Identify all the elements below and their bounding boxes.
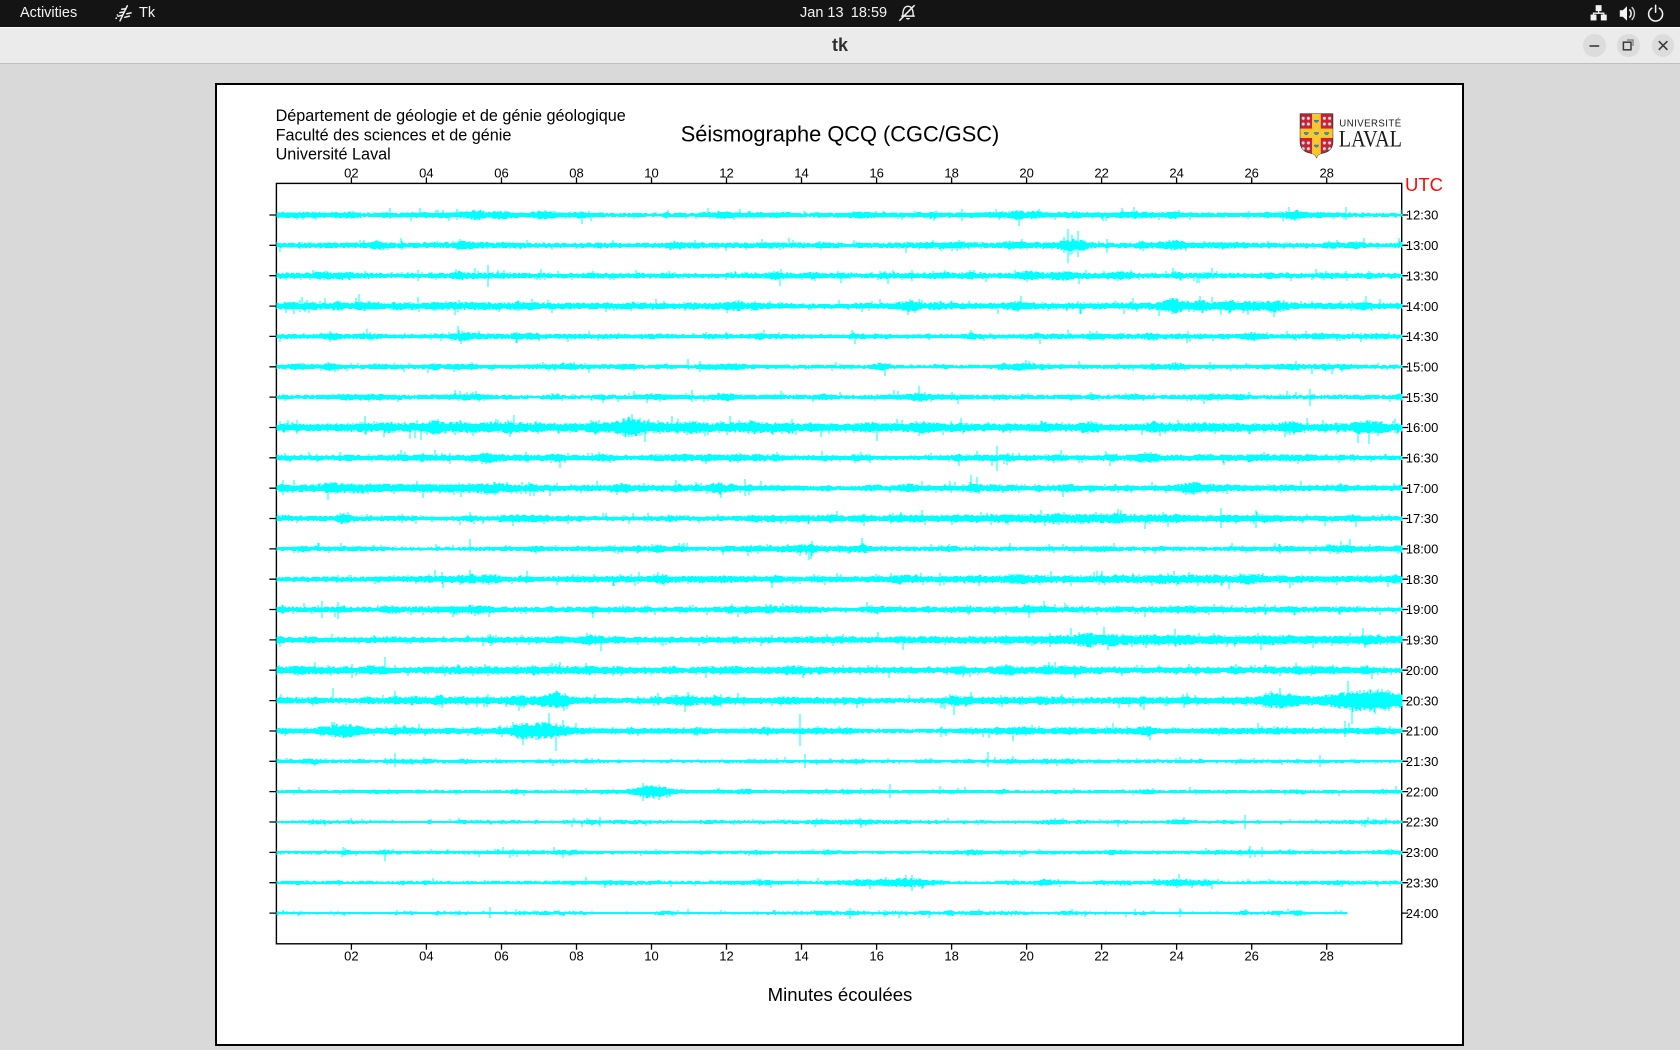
svg-text:14:30: 14:30 [1406,329,1439,344]
svg-text:24: 24 [1169,165,1183,180]
svg-text:21:00: 21:00 [1406,724,1439,739]
svg-text:Université Laval: Université Laval [276,146,391,164]
svg-text:23:30: 23:30 [1406,875,1439,890]
svg-text:12:30: 12:30 [1406,208,1439,223]
svg-text:Séismographe QCQ (CGC/GSC): Séismographe QCQ (CGC/GSC) [681,122,1000,147]
svg-text:16: 16 [869,949,883,964]
svg-text:04: 04 [419,165,433,180]
svg-text:12: 12 [719,165,733,180]
svg-text:LAVAL: LAVAL [1339,126,1402,152]
svg-text:18: 18 [944,165,958,180]
svg-text:22: 22 [1094,165,1108,180]
svg-text:28: 28 [1319,165,1333,180]
svg-text:16: 16 [869,165,883,180]
svg-text:21:30: 21:30 [1406,754,1439,769]
svg-text:22: 22 [1094,949,1108,964]
svg-text:06: 06 [494,949,508,964]
svg-text:13:30: 13:30 [1406,268,1439,283]
svg-text:18: 18 [944,949,958,964]
svg-text:10: 10 [644,165,658,180]
svg-text:23:00: 23:00 [1406,845,1439,860]
svg-text:20:30: 20:30 [1406,693,1439,708]
svg-text:28: 28 [1319,949,1333,964]
svg-text:UTC: UTC [1405,174,1443,195]
svg-text:16:00: 16:00 [1406,420,1439,435]
svg-text:19:30: 19:30 [1406,633,1439,648]
svg-text:17:30: 17:30 [1406,511,1439,526]
svg-text:22:30: 22:30 [1406,815,1439,830]
svg-text:24:00: 24:00 [1406,906,1439,921]
svg-text:14: 14 [794,949,808,964]
svg-text:20: 20 [1019,949,1033,964]
svg-text:20: 20 [1019,165,1033,180]
svg-text:02: 02 [344,165,358,180]
svg-text:18:30: 18:30 [1406,572,1439,587]
svg-text:08: 08 [569,165,583,180]
svg-text:26: 26 [1244,949,1258,964]
svg-text:Minutes écoulées: Minutes écoulées [768,984,913,1005]
svg-text:20:00: 20:00 [1406,663,1439,678]
svg-text:24: 24 [1169,949,1183,964]
svg-text:15:30: 15:30 [1406,390,1439,405]
svg-text:10: 10 [644,949,658,964]
svg-text:14:00: 14:00 [1406,299,1439,314]
svg-text:14: 14 [794,165,808,180]
svg-text:Département de géologie et de: Département de géologie et de génie géol… [276,107,626,125]
svg-text:18:00: 18:00 [1406,542,1439,557]
svg-text:Faculté des sciences et de gén: Faculté des sciences et de génie [276,126,512,144]
svg-text:22:00: 22:00 [1406,784,1439,799]
svg-text:26: 26 [1244,165,1258,180]
svg-text:17:00: 17:00 [1406,481,1439,496]
svg-text:13:00: 13:00 [1406,238,1439,253]
svg-text:02: 02 [344,949,358,964]
svg-text:06: 06 [494,165,508,180]
svg-text:16:30: 16:30 [1406,451,1439,466]
svg-text:15:00: 15:00 [1406,359,1439,374]
svg-text:04: 04 [419,949,433,964]
svg-text:08: 08 [569,949,583,964]
svg-text:19:00: 19:00 [1406,602,1439,617]
svg-text:12: 12 [719,949,733,964]
